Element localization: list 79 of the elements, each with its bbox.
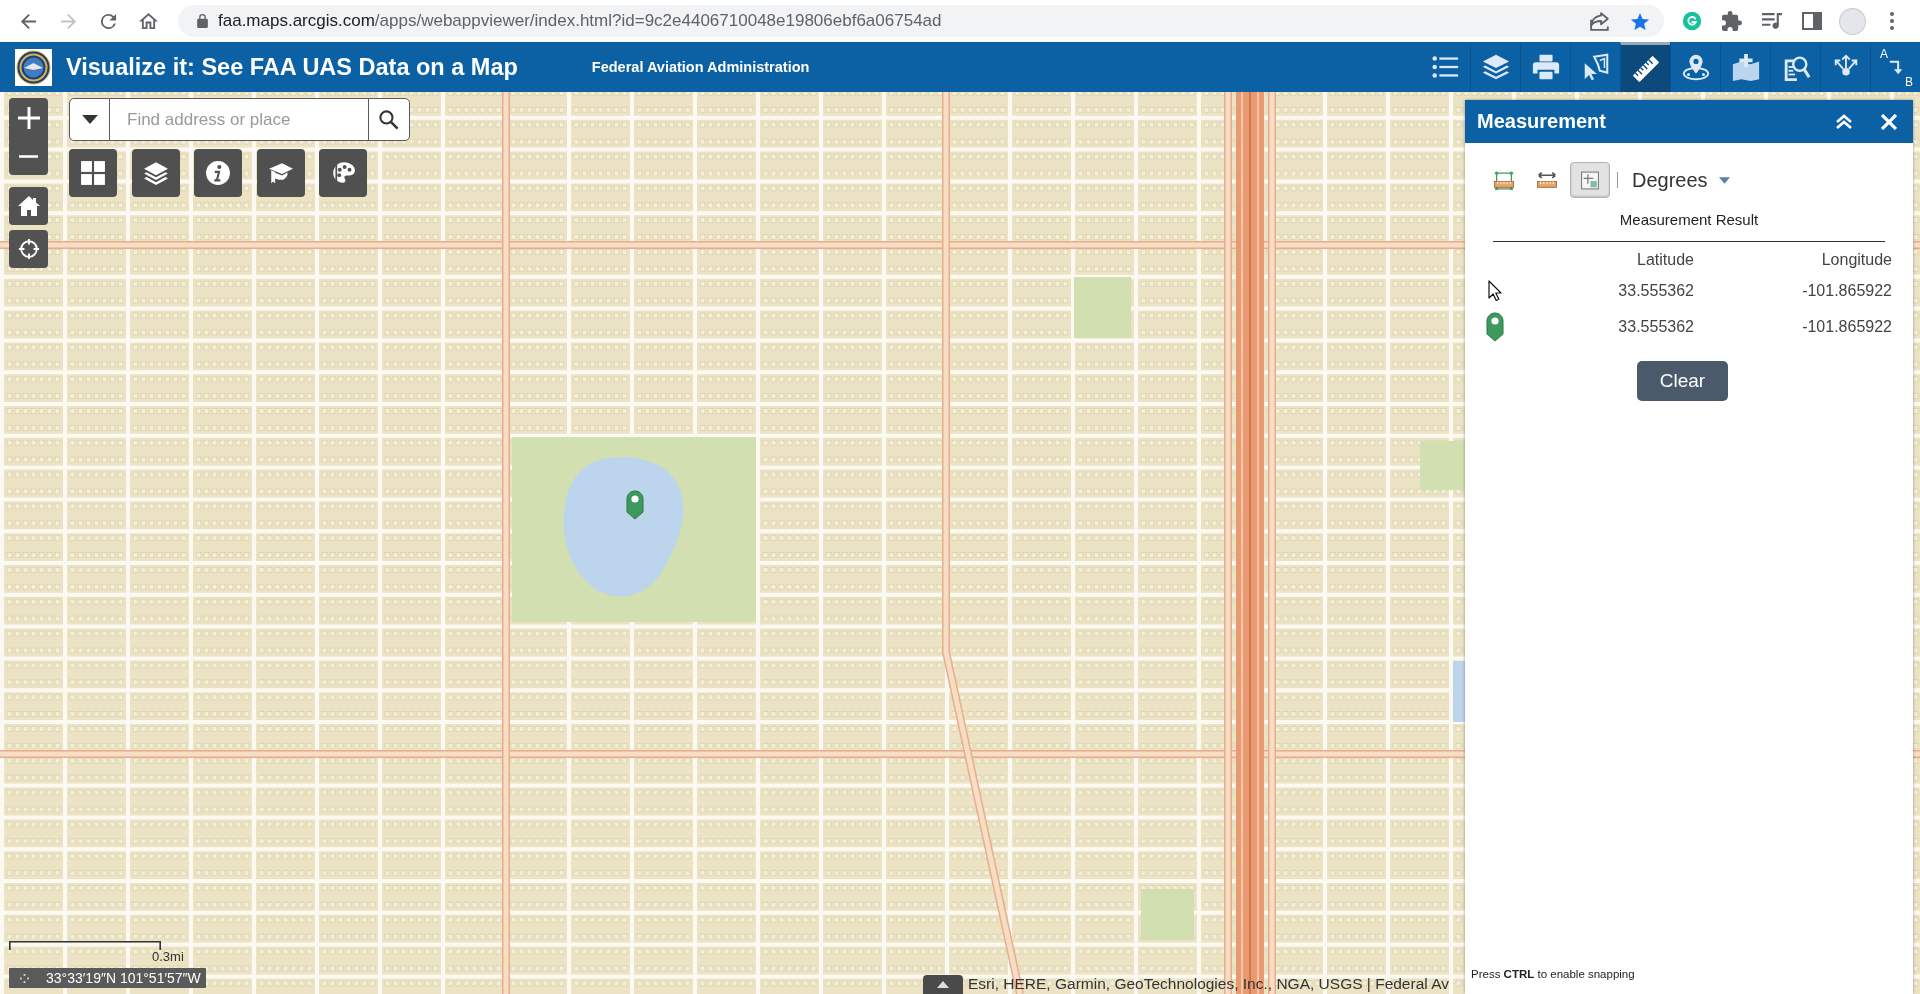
zoom-out-button[interactable] <box>9 137 48 175</box>
graduation-cap-icon <box>267 160 294 186</box>
app-subtitle: Federal Aviation Administration <box>591 59 810 75</box>
back-arrow-icon <box>18 12 38 30</box>
zoom-in-button[interactable] <box>9 98 48 137</box>
home-extent-button[interactable] <box>9 187 48 225</box>
park-area <box>1420 441 1466 490</box>
crosshair-dots-icon <box>20 973 29 983</box>
table-cell-text: 33.555362 <box>1617 282 1694 300</box>
lock-icon <box>197 14 208 28</box>
theme-style-button[interactable] <box>319 149 367 197</box>
search-source-dropdown[interactable] <box>69 98 110 141</box>
side-panel-icon <box>1802 11 1822 31</box>
info-icon <box>205 160 231 186</box>
education-button[interactable] <box>256 149 305 197</box>
crosshair-icon <box>17 238 40 260</box>
url-text: faa.maps.arcgis.com/apps/webappviewer/index.html?id=9c2e4406710048e19806ebf6a06754ad <box>218 11 943 31</box>
close-button[interactable] <box>1881 113 1897 130</box>
coordinates-text: 33°33′19″N 101°51′57″W <box>46 970 201 986</box>
search-button[interactable] <box>368 98 410 141</box>
house-icon <box>17 195 40 217</box>
map-crosshair-icon <box>1580 170 1600 190</box>
circle-g-logo-icon <box>1682 11 1702 31</box>
about-button[interactable] <box>194 149 242 197</box>
snapping-hint: Press CTRL to enable snapping <box>1470 968 1636 982</box>
printer-icon <box>1530 52 1561 82</box>
playlist-note-icon <box>1762 11 1782 31</box>
column-header: Longitude <box>1820 251 1892 269</box>
clear-button[interactable]: Clear <box>1637 361 1728 401</box>
ruler-area-icon <box>1494 170 1514 190</box>
star-icon <box>1630 11 1650 31</box>
map-pin-icon <box>1680 52 1711 82</box>
pointer-arrow-icon <box>1488 280 1502 302</box>
location-tool-button[interactable] <box>1570 162 1610 198</box>
house-outline-icon <box>138 12 158 30</box>
panel-title: Measurement <box>1477 110 1607 133</box>
table-cell-text: -101.865922 <box>1801 282 1892 300</box>
layers-icon <box>1480 52 1511 82</box>
grid-icon <box>80 160 106 186</box>
plus-icon <box>17 106 40 129</box>
puzzle-piece-icon <box>1722 11 1742 31</box>
reload-icon <box>98 12 118 30</box>
unit-dropdown[interactable]: Degrees <box>1632 168 1730 192</box>
map-plus-icon <box>1730 52 1761 82</box>
scale-label: 0.3mi <box>152 950 184 964</box>
forward-arrow-icon <box>58 12 78 30</box>
park-area <box>1141 889 1194 940</box>
result-title: Measurement Result <box>1618 211 1760 229</box>
address-bar[interactable]: faa.maps.arcgis.com/apps/webappviewer/index.html?id=9c2e4406710048e19806ebf6a06754ad <box>178 5 1664 37</box>
caret-down-icon <box>1718 176 1730 184</box>
basemap-gallery-button[interactable] <box>69 149 117 197</box>
search-field[interactable]: Find address or place <box>110 98 369 141</box>
table-cell-text: 33.555362 <box>1617 318 1694 336</box>
close-icon <box>1881 113 1897 130</box>
seal-icon <box>15 48 52 86</box>
profile-avatar-icon <box>1838 7 1866 35</box>
bent-arrow-icon <box>1889 60 1904 76</box>
caret-up-icon <box>937 981 949 988</box>
table-cell-text: -101.865922 <box>1801 318 1892 336</box>
double-chevron-up-icon <box>1836 113 1852 130</box>
caret-down-icon <box>81 115 98 124</box>
measurement-button[interactable] <box>1620 42 1670 92</box>
map-pin-icon <box>1486 312 1504 342</box>
layer-list-button[interactable] <box>131 149 180 197</box>
attribution-toggle-button[interactable] <box>923 975 963 994</box>
layers-icon <box>142 160 169 186</box>
palette-icon <box>330 160 356 186</box>
search-icon <box>379 109 399 130</box>
park-area <box>1074 277 1131 338</box>
collapse-button[interactable] <box>1836 113 1852 130</box>
vertical-dots-icon <box>1890 12 1894 30</box>
map-marker-icon <box>626 490 644 520</box>
column-header: Latitude <box>1636 251 1694 269</box>
minus-icon <box>19 154 38 158</box>
share-box-icon <box>1590 11 1610 31</box>
locate-button[interactable] <box>9 230 48 268</box>
app-title: Visualize it: See FAA UAS Data on a Map <box>66 53 518 81</box>
ruler-arrows-icon <box>1537 170 1557 190</box>
attribution-text: Esri, HERE, Garmin, GeoTechnologies, Inc., NGA, USGS | Federal Av <box>968 974 1449 994</box>
